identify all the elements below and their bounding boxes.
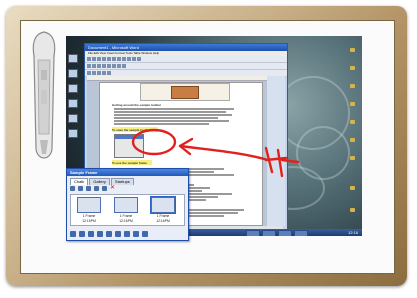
ink-scribble (264, 146, 300, 178)
ink-annotation (131, 128, 300, 178)
ink-arrow-shaft (178, 144, 270, 162)
ink-circle (131, 128, 177, 156)
whiteboard-stage: Document1 - Microsoft Word File Edit Vie… (0, 0, 417, 298)
